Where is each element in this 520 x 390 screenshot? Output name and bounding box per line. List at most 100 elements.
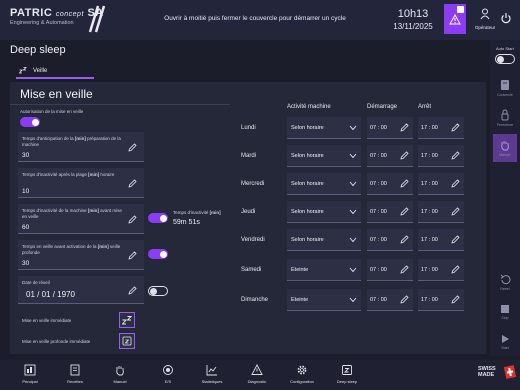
wake-date-toggle[interactable] bbox=[148, 286, 168, 296]
start-time-field[interactable]: 07 : 00 bbox=[367, 259, 413, 281]
chevron-down-icon bbox=[349, 153, 357, 159]
start-time-field[interactable]: 07 : 00 bbox=[367, 229, 413, 251]
top-bar: PATRIC concept SA Engineering & Automati… bbox=[0, 0, 520, 40]
activity-select[interactable]: Selon horaire bbox=[287, 201, 361, 223]
activity-select[interactable]: Eteinte bbox=[287, 259, 361, 281]
stop-time-field[interactable]: 17 : 00 bbox=[418, 117, 464, 139]
pencil-icon bbox=[451, 295, 460, 304]
activity-select[interactable]: Selon horaire bbox=[287, 145, 361, 167]
pencil-icon bbox=[400, 179, 409, 188]
nav-deep-sleep[interactable]: Deep sleep bbox=[327, 364, 367, 384]
auto-start-toggle[interactable] bbox=[495, 54, 515, 64]
chevron-down-icon bbox=[349, 181, 357, 187]
dashboard-icon bbox=[24, 364, 36, 376]
nav-es[interactable]: E/S bbox=[148, 364, 188, 384]
hand-icon bbox=[501, 141, 509, 151]
auth-toggle[interactable] bbox=[20, 117, 40, 127]
start-time-field[interactable]: 07 : 00 bbox=[367, 145, 413, 167]
right-sidebar: Auto Start Couvercle Fermeture Manuel Re… bbox=[490, 40, 520, 356]
pencil-icon[interactable] bbox=[128, 286, 137, 295]
play-icon bbox=[502, 335, 509, 343]
fermeture-button[interactable]: Fermeture bbox=[493, 104, 517, 132]
couvercle-button[interactable]: Couvercle bbox=[493, 74, 517, 102]
pencil-icon bbox=[451, 265, 460, 274]
nav-manuel[interactable]: Manuel bbox=[100, 364, 140, 384]
stop-time-field[interactable]: 17 : 00 bbox=[418, 289, 464, 311]
nav-configuration[interactable]: Configuration bbox=[282, 364, 322, 384]
immediate-sleep-button[interactable] bbox=[119, 312, 135, 328]
deep-sleep-icon bbox=[122, 336, 132, 346]
manuel-button[interactable]: Manuel bbox=[493, 134, 517, 162]
reset-icon bbox=[500, 274, 510, 284]
tab-veille[interactable]: Veille bbox=[16, 64, 94, 79]
deep-sleep-panel: Mise en veille Autorisation de la mise e… bbox=[10, 82, 486, 354]
stop-time-field[interactable]: 17 : 00 bbox=[418, 259, 464, 281]
status-message: Ouvrir à moitié puis fermer le couvercle… bbox=[164, 15, 346, 22]
pencil-icon[interactable] bbox=[128, 215, 137, 224]
nav-statistiques[interactable]: Statistiques bbox=[192, 364, 232, 384]
recipe-icon bbox=[70, 364, 80, 376]
start-time-field[interactable]: 07 : 00 bbox=[367, 173, 413, 195]
alarm-button[interactable] bbox=[444, 4, 466, 34]
stop-time-field[interactable]: 17 : 00 bbox=[418, 145, 464, 167]
logo-slash-icon bbox=[88, 5, 106, 33]
power-icon[interactable] bbox=[500, 12, 512, 24]
stop-button[interactable]: Stop bbox=[493, 298, 517, 326]
nav-recettes[interactable]: Recettes bbox=[55, 364, 95, 384]
col-activity: Activité machine bbox=[287, 104, 331, 110]
pencil-icon bbox=[400, 123, 409, 132]
stop-time-field[interactable]: 17 : 00 bbox=[418, 201, 464, 223]
inactivity-countdown: 59m 51s bbox=[173, 219, 200, 226]
start-time-field[interactable]: 07 : 00 bbox=[367, 289, 413, 311]
pencil-icon[interactable] bbox=[128, 143, 137, 152]
deep-sleep-icon bbox=[342, 365, 352, 375]
pencil-icon bbox=[400, 235, 409, 244]
activity-select[interactable]: Selon horaire bbox=[287, 117, 361, 139]
stop-icon bbox=[501, 305, 509, 313]
bottom-nav: Principal Recettes Manuel E/S Statistiqu… bbox=[0, 360, 520, 390]
pencil-icon[interactable] bbox=[128, 179, 137, 188]
chevron-down-icon bbox=[349, 125, 357, 131]
reset-button[interactable]: Reset bbox=[493, 268, 517, 296]
stop-time-field[interactable]: 17 : 00 bbox=[418, 229, 464, 251]
user-button[interactable]: Opérateur bbox=[472, 7, 498, 30]
start-button[interactable]: Start bbox=[493, 328, 517, 356]
pencil-icon bbox=[451, 123, 460, 132]
pencil-icon bbox=[451, 207, 460, 216]
pencil-icon bbox=[400, 265, 409, 274]
nav-diagnostic[interactable]: Diagnostic bbox=[237, 364, 277, 384]
deep-sleep-toggle[interactable] bbox=[148, 249, 168, 259]
clock: 10h13 13/11/2025 bbox=[393, 8, 433, 31]
divider bbox=[10, 104, 230, 105]
lock-icon bbox=[501, 109, 509, 121]
warning-icon bbox=[449, 13, 461, 24]
pencil-icon bbox=[400, 207, 409, 216]
start-time-field[interactable]: 07 : 00 bbox=[367, 201, 413, 223]
pencil-icon bbox=[451, 179, 460, 188]
immediate-deep-sleep-button[interactable] bbox=[119, 333, 135, 349]
user-icon bbox=[480, 8, 490, 20]
pencil-icon[interactable] bbox=[128, 251, 137, 260]
pencil-icon bbox=[451, 235, 460, 244]
activity-select[interactable]: Selon horaire bbox=[287, 173, 361, 195]
stop-time-field[interactable]: 17 : 00 bbox=[418, 173, 464, 195]
page-title: Deep sleep bbox=[10, 44, 66, 56]
auth-label: Autorisation de la mise en veille bbox=[20, 109, 84, 114]
pencil-icon bbox=[400, 151, 409, 160]
sleep-zz-icon bbox=[122, 315, 132, 324]
hand-icon bbox=[116, 366, 124, 376]
swiss-made-logo: SWISS MADE bbox=[478, 366, 496, 378]
chevron-down-icon bbox=[349, 267, 357, 273]
inactivity-toggle[interactable] bbox=[148, 213, 168, 223]
pencil-icon bbox=[451, 151, 460, 160]
activity-select[interactable]: Selon horaire bbox=[287, 229, 361, 251]
swiss-flag-icon bbox=[503, 365, 517, 379]
col-start: Démarrage bbox=[367, 104, 398, 110]
gear-icon bbox=[297, 365, 307, 375]
nav-principal[interactable]: Principal bbox=[10, 364, 50, 384]
section-title: Mise en veille bbox=[20, 87, 93, 101]
activity-select[interactable]: Eteinte bbox=[287, 289, 361, 311]
chart-icon bbox=[206, 365, 217, 376]
start-time-field[interactable]: 07 : 00 bbox=[367, 117, 413, 139]
chevron-down-icon bbox=[349, 297, 357, 303]
